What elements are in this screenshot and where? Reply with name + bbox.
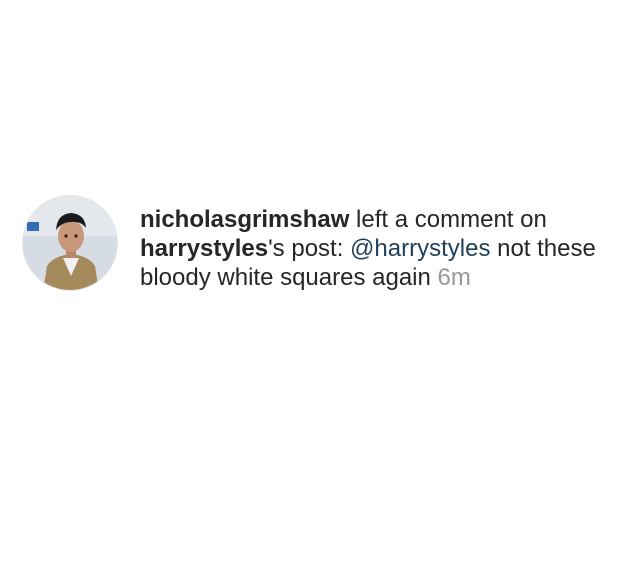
action-text: left a comment on [349,206,547,233]
avatar[interactable] [22,195,118,291]
mention-link[interactable]: @harrystyles [350,235,490,262]
notification-text: nicholasgrimshaw left a comment on harry… [140,205,610,292]
activity-notification[interactable]: nicholasgrimshaw left a comment on harry… [22,195,622,292]
timestamp: 6m [437,264,471,291]
post-owner-username[interactable]: harrystyles [140,235,268,262]
actor-username[interactable]: nicholasgrimshaw [140,206,349,233]
profile-photo-icon [23,196,117,290]
screenshot-canvas: nicholasgrimshaw left a comment on harry… [0,0,639,567]
post-suffix-text: 's post: [268,235,351,262]
